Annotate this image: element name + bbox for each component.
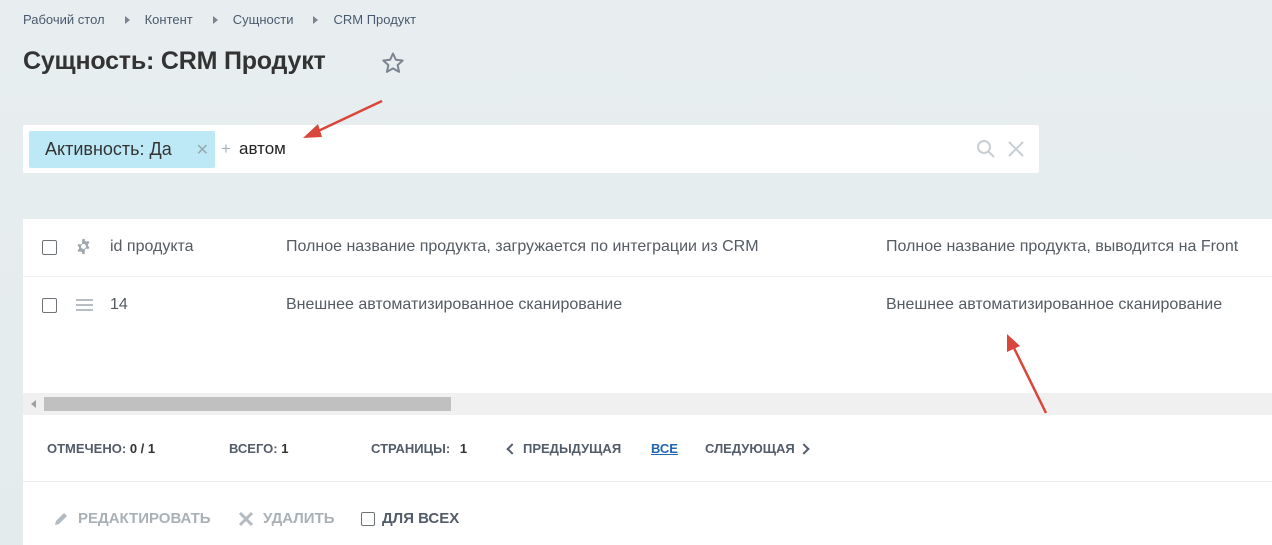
marked-value: 0 / 1 bbox=[129, 441, 156, 456]
chevron-left-icon bbox=[506, 442, 518, 455]
for-all-toggle[interactable]: ДЛЯ ВСЕХ bbox=[361, 510, 459, 527]
add-filter-plus-icon[interactable]: + bbox=[221, 139, 231, 159]
next-page-label: СЛЕДУЮЩАЯ bbox=[705, 441, 795, 456]
pages-value[interactable]: 1 bbox=[460, 441, 467, 456]
pencil-icon bbox=[55, 512, 67, 525]
prev-page-label: ПРЕДЫДУЩАЯ bbox=[523, 441, 622, 456]
cell-name-crm: Внешнее автоматизированное сканирование bbox=[286, 296, 623, 313]
scroll-left-arrow-icon[interactable] bbox=[31, 400, 36, 408]
for-all-checkbox[interactable] bbox=[361, 511, 375, 526]
breadcrumb-item-crm-product[interactable]: CRM Продукт bbox=[333, 12, 416, 27]
breadcrumb: Рабочий стол Контент Сущности CRM Продук… bbox=[23, 12, 416, 27]
delete-button[interactable]: УДАЛИТЬ bbox=[238, 510, 335, 527]
cell-name-front: Внешнее автоматизированное сканирование bbox=[886, 296, 1223, 313]
marked-count: ОТМЕЧЕНО: 0 / 1 bbox=[47, 441, 155, 456]
horizontal-scrollbar[interactable] bbox=[23, 393, 1272, 415]
next-page-button[interactable]: СЛЕДУЮЩАЯ bbox=[705, 441, 810, 456]
marked-label: ОТМЕЧЕНО: bbox=[47, 441, 127, 456]
breadcrumb-item-desktop[interactable]: Рабочий стол bbox=[23, 12, 105, 27]
breadcrumb-separator-icon bbox=[212, 15, 218, 24]
actions-panel: РЕДАКТИРОВАТЬ УДАЛИТЬ ДЛЯ ВСЕХ bbox=[23, 482, 1272, 545]
tag-remove-icon[interactable]: ✕ bbox=[196, 140, 209, 160]
chevron-right-icon bbox=[798, 442, 810, 455]
row-menu-icon[interactable] bbox=[76, 299, 93, 311]
filter-tag-label: Активность: Да bbox=[45, 139, 172, 159]
edit-button-label: РЕДАКТИРОВАТЬ bbox=[78, 510, 211, 527]
scrollbar-thumb[interactable] bbox=[44, 397, 451, 411]
column-header-id[interactable]: id продукта bbox=[110, 238, 194, 256]
total-count: ВСЕГО: 1 bbox=[229, 441, 288, 456]
column-header-name-crm[interactable]: Полное название продукта, загружается по… bbox=[286, 238, 759, 256]
star-icon[interactable] bbox=[381, 51, 405, 75]
data-grid: id продукта Полное название продукта, за… bbox=[23, 219, 1272, 415]
total-label: ВСЕГО: bbox=[229, 441, 278, 456]
edit-button[interactable]: РЕДАКТИРОВАТЬ bbox=[53, 510, 211, 527]
column-header-name-front[interactable]: Полное название продукта, выводится на F… bbox=[886, 238, 1238, 256]
filter-tag-activity[interactable]: Активность: Да ✕ bbox=[29, 131, 215, 168]
table-row[interactable]: 14 Внешнее автоматизированное сканирован… bbox=[23, 277, 1272, 335]
clear-icon[interactable] bbox=[1006, 139, 1026, 159]
search-icon[interactable] bbox=[976, 139, 996, 159]
delete-button-label: УДАЛИТЬ bbox=[263, 510, 335, 527]
gear-icon[interactable] bbox=[75, 238, 92, 255]
search-input[interactable]: автом bbox=[239, 139, 286, 159]
row-checkbox[interactable] bbox=[42, 298, 57, 313]
breadcrumb-item-content[interactable]: Контент bbox=[145, 12, 193, 27]
cell-id: 14 bbox=[110, 296, 128, 313]
close-icon bbox=[238, 511, 254, 526]
filter-search-box[interactable]: Активность: Да ✕ + автом bbox=[23, 125, 1039, 173]
pages-label: СТРАНИЦЫ: bbox=[371, 441, 451, 456]
for-all-label: ДЛЯ ВСЕХ bbox=[382, 510, 460, 527]
grid-header-row: id продукта Полное название продукта, за… bbox=[23, 219, 1272, 277]
all-pages-link[interactable]: ВСЕ bbox=[651, 441, 678, 456]
select-all-checkbox[interactable] bbox=[42, 240, 57, 255]
prev-page-button[interactable]: ПРЕДЫДУЩАЯ bbox=[506, 441, 622, 456]
grid-footer: ОТМЕЧЕНО: 0 / 1 ВСЕГО: 1 СТРАНИЦЫ: 1 ПРЕ… bbox=[23, 415, 1272, 482]
page-title: Сущность: CRM Продукт bbox=[23, 47, 326, 75]
breadcrumb-separator-icon bbox=[313, 15, 319, 24]
breadcrumb-item-entities[interactable]: Сущности bbox=[233, 12, 294, 27]
breadcrumb-separator-icon bbox=[124, 15, 130, 24]
pages-count: СТРАНИЦЫ: 1 bbox=[371, 441, 467, 456]
total-value: 1 bbox=[281, 441, 289, 456]
